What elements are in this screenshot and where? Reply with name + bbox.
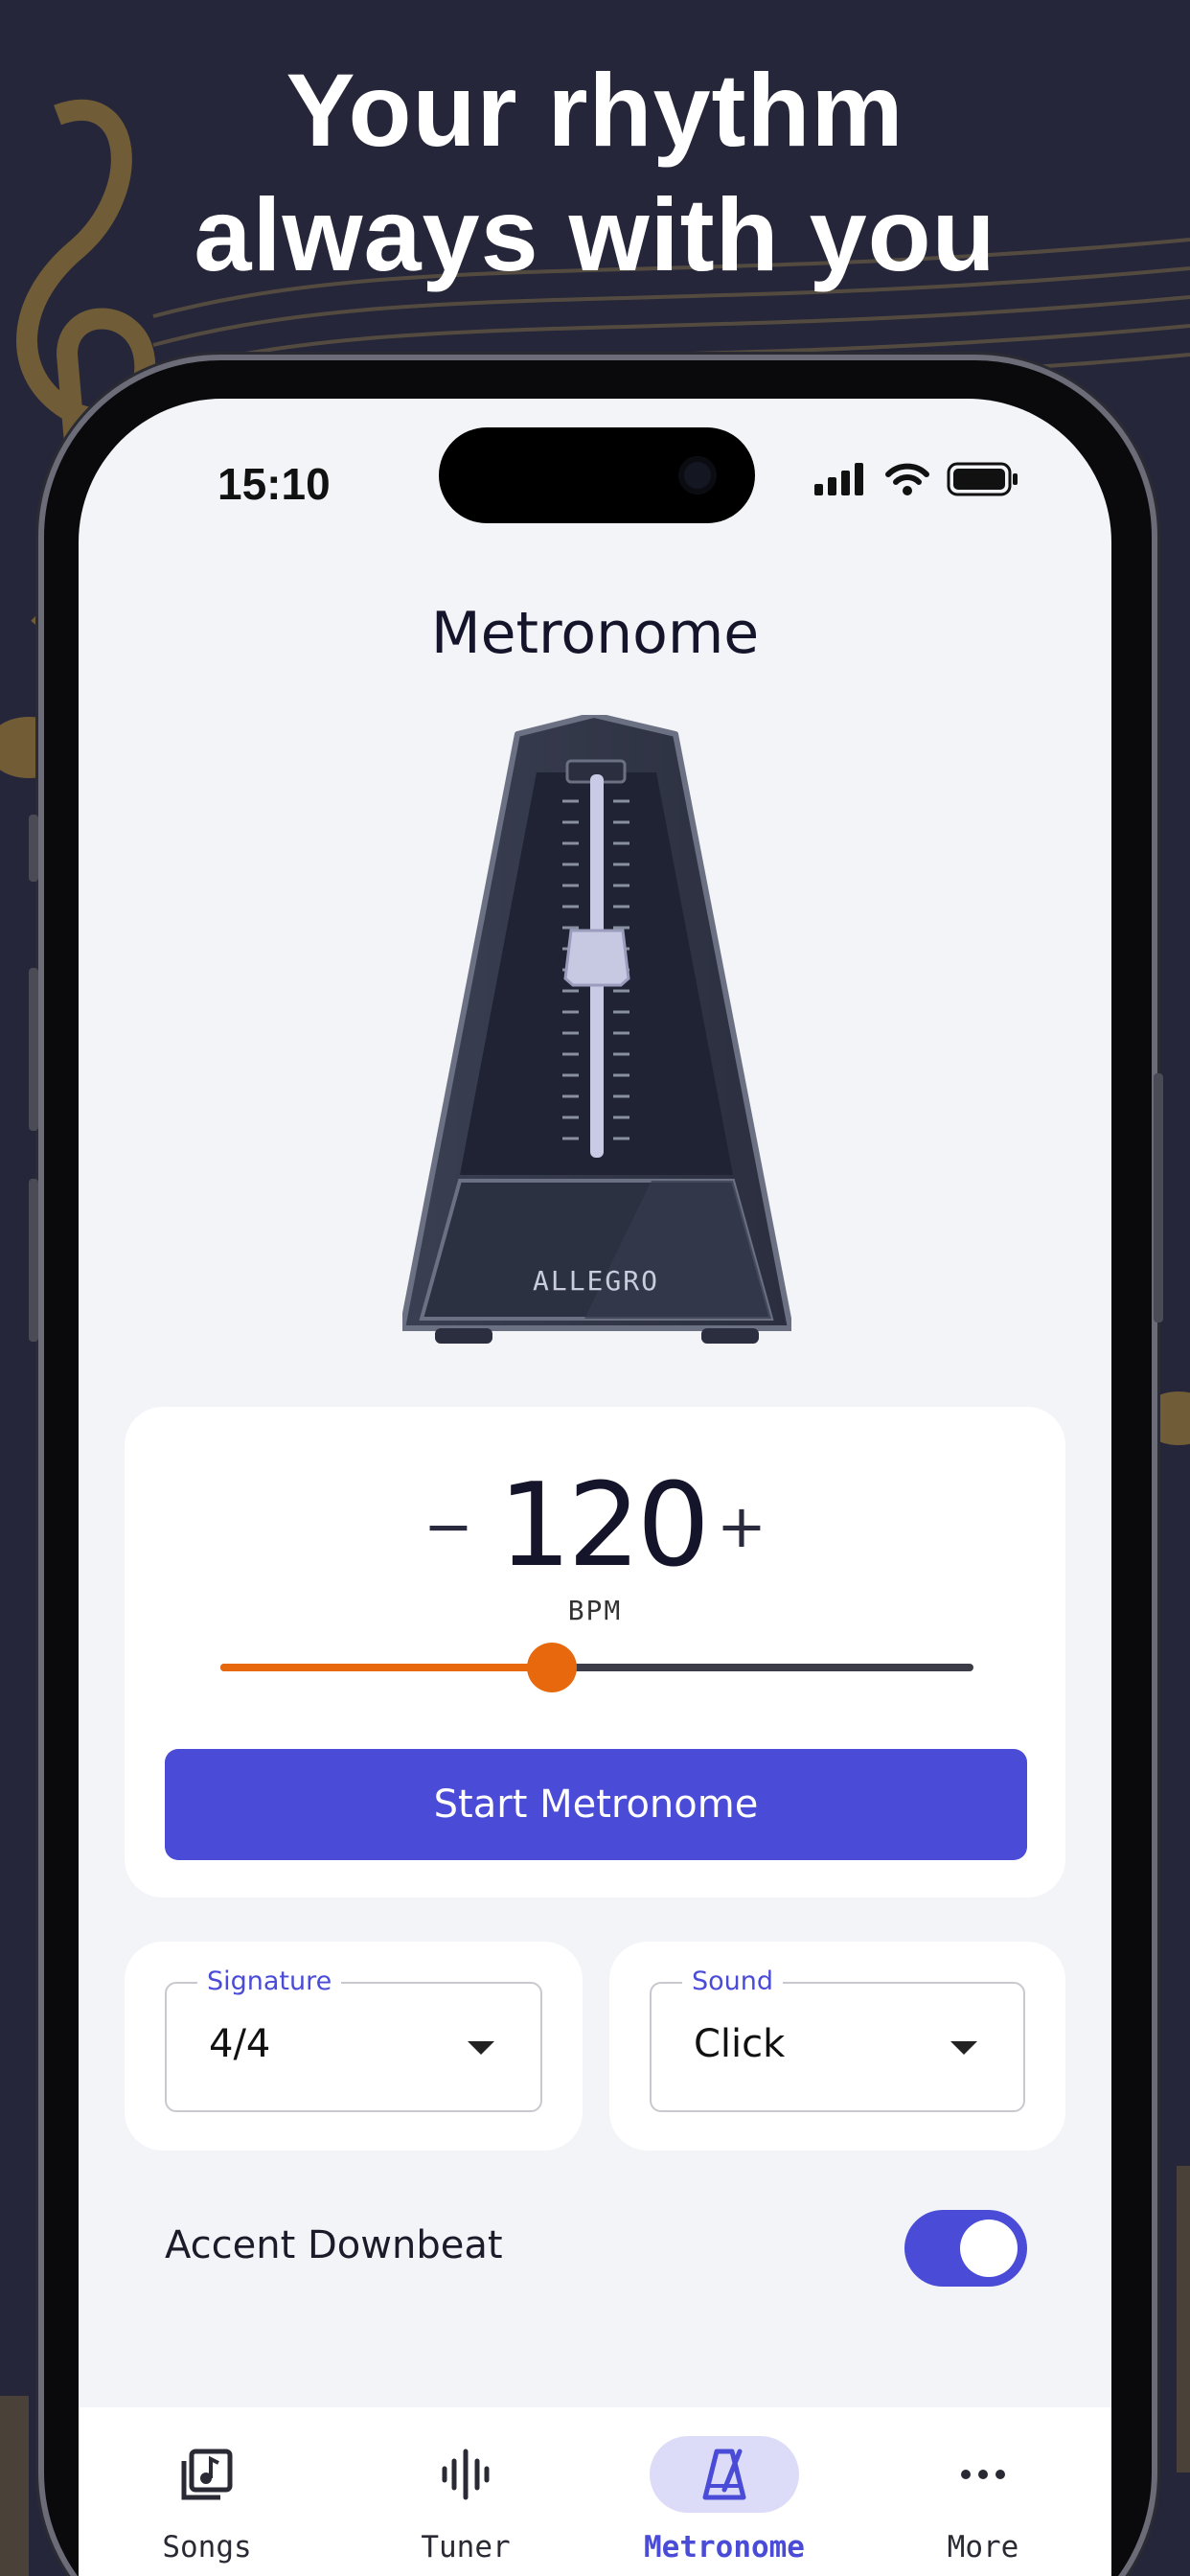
waveform-icon (442, 2449, 490, 2500)
phone-side-button (29, 815, 38, 882)
tab-tuner[interactable]: Tuner (370, 2407, 561, 2576)
signature-value: 4/4 (209, 2022, 271, 2066)
sound-legend: Sound (682, 1966, 784, 1996)
increase-bpm-button[interactable]: + (713, 1488, 770, 1565)
bpm-unit-label: BPM (567, 1595, 623, 1626)
signature-card: Signature 4/4 (125, 1942, 583, 2150)
status-icons (814, 462, 1019, 496)
music-library-icon (181, 2449, 233, 2500)
start-metronome-button[interactable]: Start Metronome (165, 1749, 1027, 1860)
wifi-icon (885, 463, 929, 495)
tab-songs-label: Songs (162, 2530, 252, 2564)
metronome-illustration: ALLEGRO (400, 712, 793, 1391)
bpm-slider[interactable] (220, 1639, 973, 1696)
sound-value: Click (694, 2022, 786, 2066)
sound-select[interactable]: Sound Click (650, 1966, 1025, 2112)
metronome-graphic: ALLEGRO (400, 712, 793, 1344)
tab-metronome-label: Metronome (644, 2530, 805, 2564)
status-bar: 15:10 (79, 399, 1111, 562)
bottom-tab-bar: Songs Tuner Metronome More (79, 2407, 1111, 2576)
tab-more[interactable]: More (887, 2407, 1079, 2576)
tab-metronome[interactable]: Metronome (629, 2407, 820, 2576)
phone-screen: 15:10 Metronome ALLEGRO − 120 + BPM Star… (79, 399, 1111, 2576)
headline-line-1: Your rhythm (286, 52, 904, 168)
tab-songs[interactable]: Songs (111, 2407, 303, 2576)
metronome-icon (702, 2449, 746, 2500)
sound-card: Sound Click (609, 1942, 1065, 2150)
metronome-label: ALLEGRO (533, 1265, 659, 1297)
slider-thumb[interactable] (526, 1643, 577, 1692)
front-camera (678, 456, 717, 494)
accent-downbeat-row: Accent Downbeat (165, 2210, 1027, 2287)
accent-downbeat-label: Accent Downbeat (165, 2223, 503, 2267)
marketing-headline: Your rhythm always with you (0, 48, 1190, 297)
caret-down-icon (950, 2041, 977, 2055)
phone-volume-down-button (29, 1179, 38, 1342)
phone-volume-up-button (29, 968, 38, 1131)
tab-more-label: More (947, 2530, 1019, 2564)
decrease-bpm-button[interactable]: − (420, 1488, 477, 1565)
headline-line-2: always with you (194, 176, 996, 292)
bpm-controls: − 120 + (125, 1460, 1065, 1594)
tab-tuner-label: Tuner (421, 2530, 511, 2564)
signal-icon (814, 463, 863, 495)
signature-select[interactable]: Signature 4/4 (165, 1966, 542, 2112)
slider-fill (220, 1664, 552, 1671)
status-time: 15:10 (217, 459, 331, 509)
caret-down-icon (468, 2041, 494, 2055)
phone-power-button (1154, 1073, 1163, 1322)
bpm-card: − 120 + BPM Start Metronome (125, 1407, 1065, 1898)
dynamic-island (439, 427, 755, 523)
bpm-value: 120 (498, 1460, 710, 1593)
battery-icon (947, 462, 1018, 496)
toggle-knob (960, 2220, 1018, 2277)
more-dots-icon (961, 2470, 1005, 2479)
page-title: Metronome (430, 600, 760, 667)
signature-legend: Signature (197, 1966, 342, 1996)
accent-downbeat-toggle[interactable] (904, 2210, 1027, 2287)
